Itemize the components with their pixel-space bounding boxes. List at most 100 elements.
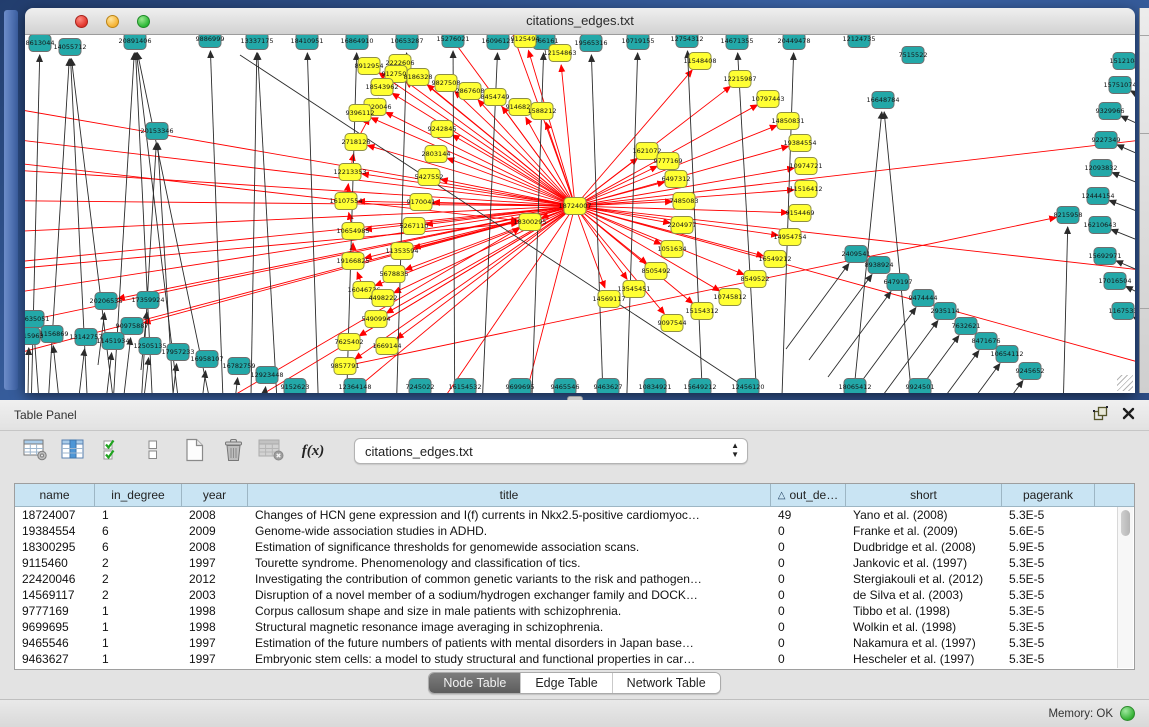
graph-node[interactable]: 10719155 [621, 35, 654, 50]
graph-node-selected[interactable]: 9857791 [331, 358, 360, 375]
graph-node-selected[interactable]: 2803144 [422, 146, 451, 163]
graph-node[interactable]: 7515522 [899, 47, 928, 64]
citation-edge-black[interactable] [786, 264, 849, 349]
graph-node-selected[interactable]: 9154469 [786, 205, 815, 222]
citation-edge-black[interactable] [307, 53, 320, 393]
table-row[interactable]: 1938455462009Genome-wide association stu… [15, 523, 1134, 539]
citation-edge-black[interactable] [1121, 116, 1135, 141]
unselect-all-button[interactable] [140, 439, 166, 463]
table-row[interactable]: 1456911722003Disruption of a novel membe… [15, 587, 1134, 603]
graph-node-selected[interactable]: 9125494 [511, 35, 540, 48]
column-header-name[interactable]: name [15, 484, 95, 506]
graph-node-selected[interactable]: 14954754 [773, 229, 806, 246]
create-column-button[interactable] [182, 439, 208, 463]
table-row[interactable]: 1830029562008Estimation of significance … [15, 539, 1134, 555]
graph-node-selected[interactable]: 15154312 [685, 303, 718, 320]
graph-node-selected[interactable]: 7625402 [335, 334, 364, 351]
column-header-title[interactable]: title [248, 484, 771, 506]
graph-node[interactable]: 16648784 [866, 92, 899, 109]
graph-node-selected[interactable]: 10974721 [789, 158, 822, 175]
graph-node[interactable]: 9924501 [906, 379, 935, 394]
graph-node-selected[interactable]: 14850831 [771, 113, 804, 130]
table-row[interactable]: 911546021997Tourette syndrome. Phenomeno… [15, 555, 1134, 571]
citation-edge-black[interactable] [1117, 145, 1135, 170]
graph-node-selected[interactable]: 16107554 [329, 193, 362, 210]
citation-edge-black[interactable] [231, 378, 238, 393]
graph-node-selected[interactable]: 5267110 [400, 218, 429, 235]
graph-node[interactable]: 12093832 [1084, 160, 1117, 177]
graph-node-selected[interactable]: 9170041 [407, 194, 436, 211]
network-view-canvas[interactable]: 8613044140557122089140698869991333717518… [25, 35, 1135, 393]
graph-node-selected[interactable]: 7485083 [670, 193, 699, 210]
graph-node[interactable]: 15751074 [1103, 77, 1135, 94]
graph-node-selected[interactable]: 2204977 [668, 217, 697, 234]
citation-edge-black[interactable] [258, 53, 280, 393]
graph-node[interactable]: 8613044 [26, 35, 55, 52]
graph-node[interactable]: 14671355 [720, 35, 753, 50]
graph-node[interactable]: 8215958 [1054, 207, 1083, 224]
graph-node-selected[interactable]: 4498222 [369, 290, 398, 307]
graph-node-selected[interactable]: 1669144 [373, 338, 402, 355]
table-vertical-scrollbar[interactable] [1117, 507, 1133, 668]
graph-node[interactable]: 1512104 [1110, 53, 1135, 70]
citation-edge-red[interactable] [25, 155, 518, 221]
graph-node-selected[interactable]: 6497312 [662, 171, 691, 188]
graph-node[interactable]: 16154532 [448, 379, 481, 394]
graph-node-selected[interactable]: 19384554 [783, 135, 816, 152]
graph-node[interactable]: 7245022 [406, 379, 435, 394]
citation-edge-black[interactable] [809, 275, 872, 360]
graph-node[interactable]: 2409541 [842, 246, 871, 263]
graph-node[interactable]: 15649212 [683, 379, 716, 394]
table-row[interactable]: 946554611997Estimation of the future num… [15, 635, 1134, 651]
table-row[interactable]: 2242004622012Investigating the contribut… [15, 571, 1134, 587]
memory-indicator-button[interactable] [1120, 706, 1135, 721]
column-header-pagerank[interactable]: pagerank [1002, 484, 1095, 506]
graph-node[interactable]: 14055712 [53, 39, 86, 56]
graph-node[interactable]: 14635051 [25, 311, 50, 328]
window-resize-grip[interactable] [1117, 375, 1133, 391]
citation-edge-black[interactable] [453, 51, 455, 393]
graph-node-selected[interactable]: 5678835 [380, 266, 409, 283]
citation-edge-black[interactable] [1112, 173, 1135, 198]
column-header-outde[interactable]: △out_de… [771, 484, 846, 506]
graph-node[interactable]: 12754312 [670, 35, 703, 48]
graph-node[interactable]: 17359924 [131, 292, 164, 309]
graph-node[interactable]: 16864910 [340, 35, 373, 50]
graph-node[interactable]: 1167533 [1109, 303, 1135, 320]
graph-node[interactable]: 15692971 [1088, 248, 1121, 265]
graph-node[interactable]: 9329966 [1096, 103, 1125, 120]
graph-node-selected[interactable]: 2718126 [342, 134, 371, 151]
graph-node[interactable]: 12444154 [1081, 188, 1114, 205]
graph-node[interactable]: 10653287 [390, 35, 423, 50]
citation-edge-black[interactable] [591, 55, 605, 393]
table-mode-button[interactable] [22, 439, 48, 463]
table-row[interactable]: 969969511998Structural magnetic resonanc… [15, 619, 1134, 635]
graph-node-selected[interactable]: 5427552 [415, 169, 444, 186]
scrollbar-thumb[interactable] [1121, 510, 1130, 536]
select-all-button[interactable] [98, 439, 124, 463]
column-header-indegree[interactable]: in_degree [95, 484, 182, 506]
citation-edge-black[interactable] [53, 346, 65, 393]
tab-node-table[interactable]: Node Table [429, 673, 521, 693]
graph-node[interactable]: 12124735 [842, 35, 875, 48]
graph-node-selected[interactable]: 18300295 [513, 214, 546, 231]
citation-edge-black[interactable] [1063, 227, 1068, 393]
graph-node[interactable]: 13337175 [240, 35, 273, 50]
graph-node-selected[interactable]: 9097544 [658, 315, 687, 332]
graph-node[interactable]: 9463627 [594, 379, 623, 394]
graph-node[interactable]: 20891406 [118, 35, 151, 50]
delete-table-button[interactable] [258, 439, 284, 463]
citation-edge-black[interactable] [960, 381, 1023, 393]
graph-node-selected[interactable]: 8505492 [642, 263, 671, 280]
graph-node-selected[interactable]: 11516412 [789, 181, 822, 198]
graph-node-selected[interactable]: 8549522 [741, 271, 770, 288]
tab-edge-table[interactable]: Edge Table [521, 673, 612, 693]
citation-edge-black[interactable] [1133, 317, 1135, 341]
graph-node-selected[interactable]: 8186328 [404, 69, 433, 86]
citation-edge-black[interactable] [78, 349, 85, 393]
citation-edge-red[interactable] [575, 206, 1135, 375]
table-row[interactable]: 946362711997Embryonic stem cells: a mode… [15, 651, 1134, 667]
graph-node-selected[interactable]: 9242845 [428, 121, 457, 138]
citation-edge-black[interactable] [937, 364, 1000, 393]
graph-node[interactable]: 8938924 [865, 257, 894, 274]
